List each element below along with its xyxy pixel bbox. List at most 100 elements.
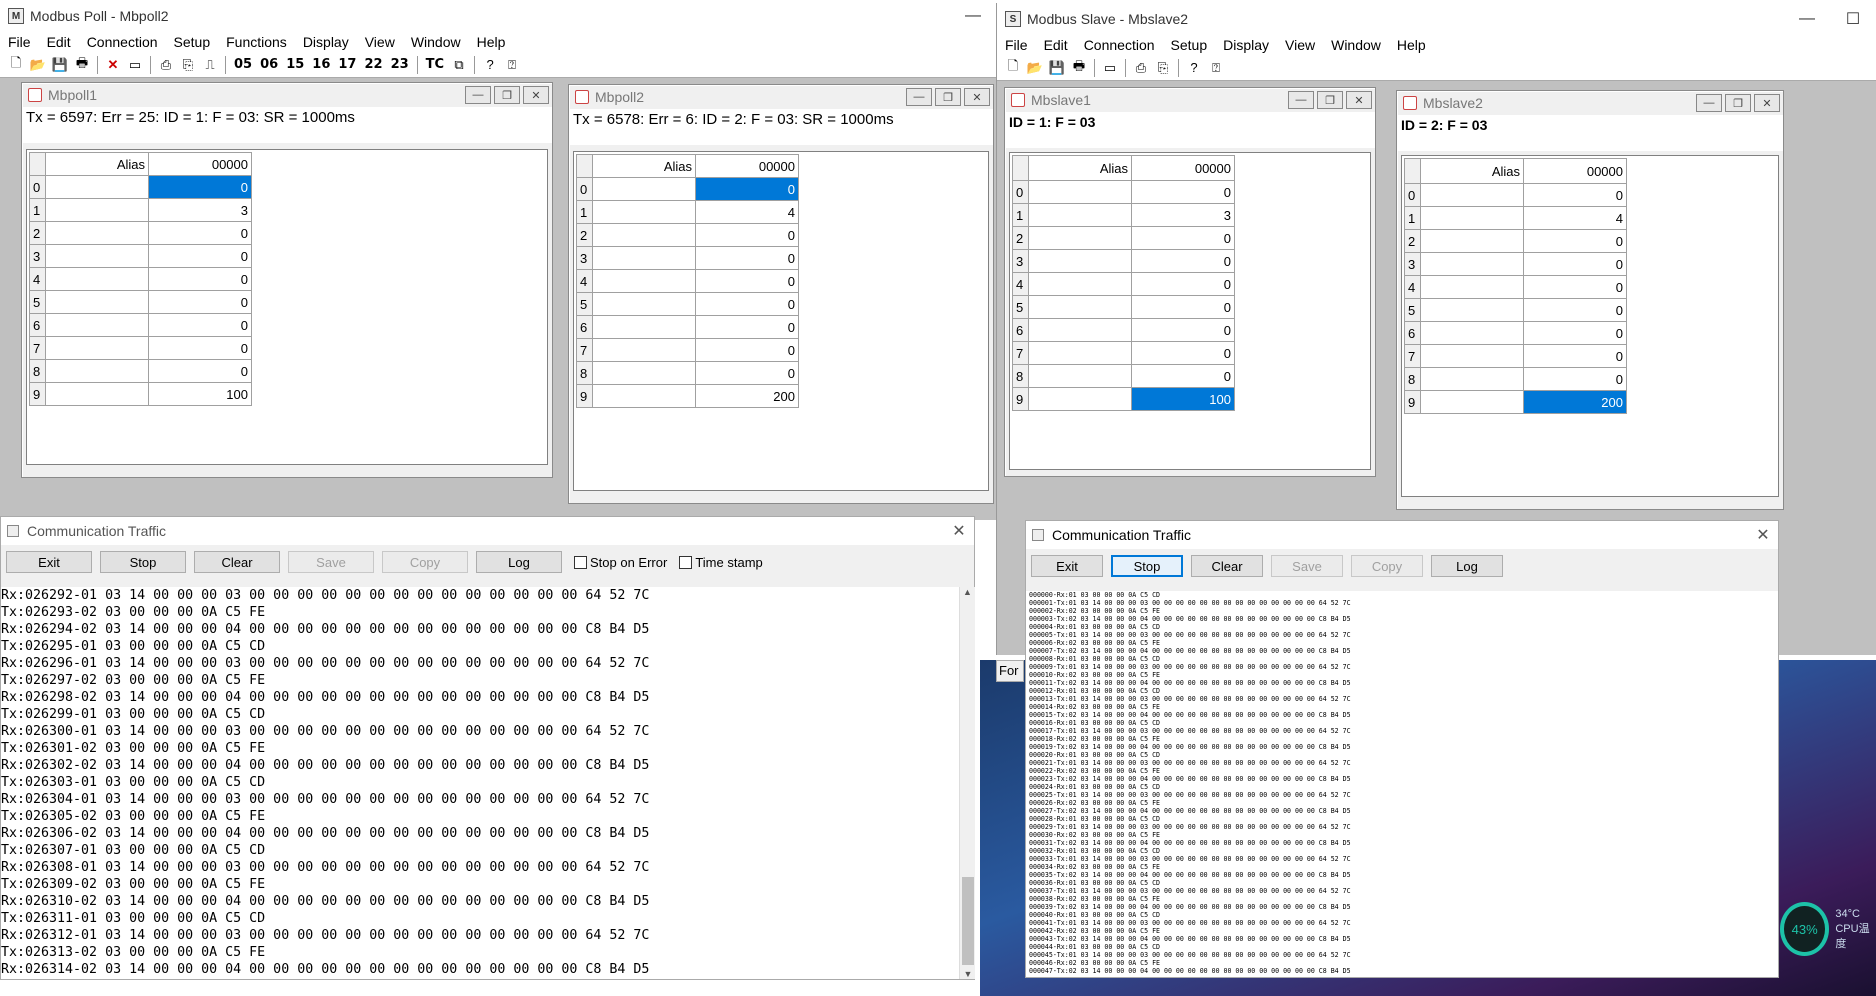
checkbox-icon[interactable]: [574, 555, 587, 569]
slave-traffic-log[interactable]: 000000-Rx:01 03 00 00 00 0A C5 CD 000001-…: [1026, 591, 1778, 977]
open-folder-icon[interactable]: 📂: [28, 55, 48, 75]
register-value[interactable]: 0: [148, 290, 252, 314]
window-icon[interactable]: ▭: [1100, 58, 1120, 78]
menu-file[interactable]: File: [997, 37, 1036, 53]
register-value[interactable]: 0: [1131, 226, 1235, 250]
register-value[interactable]: 3: [1131, 203, 1235, 227]
poll-traffic-log[interactable]: Rx:026292-01 03 14 00 00 00 03 00 00 00 …: [1, 587, 959, 979]
restore-button[interactable]: ❐: [1725, 94, 1751, 112]
register-value[interactable]: 0: [148, 221, 252, 245]
maximize-button[interactable]: ☐: [1830, 4, 1876, 34]
context-help-icon[interactable]: ⍰: [502, 55, 522, 75]
menu-edit[interactable]: Edit: [1036, 37, 1076, 53]
menu-window[interactable]: Window: [1323, 37, 1389, 53]
open-folder-icon[interactable]: 📂: [1025, 58, 1045, 78]
register-value[interactable]: 0: [695, 361, 799, 385]
register-value[interactable]: 0: [1131, 272, 1235, 296]
menu-functions[interactable]: Functions: [218, 34, 295, 50]
register-value[interactable]: 0: [1131, 364, 1235, 388]
register-value[interactable]: 0: [1523, 183, 1627, 207]
register-value[interactable]: 100: [148, 382, 252, 406]
register-value[interactable]: 0: [1523, 344, 1627, 368]
close-button[interactable]: ✕: [1754, 94, 1780, 112]
scroll-down-icon[interactable]: ▼: [960, 969, 976, 979]
register-value[interactable]: 4: [695, 200, 799, 224]
menu-display[interactable]: Display: [1215, 37, 1277, 53]
menu-edit[interactable]: Edit: [39, 34, 79, 50]
minimize-button[interactable]: —: [906, 88, 932, 106]
func-15-button[interactable]: 15: [283, 57, 307, 72]
register-value[interactable]: 0: [695, 292, 799, 316]
register-value[interactable]: 0: [1523, 275, 1627, 299]
save-icon[interactable]: 💾: [1047, 58, 1067, 78]
func-16-button[interactable]: 16: [309, 57, 333, 72]
func-23-button[interactable]: 23: [388, 57, 412, 72]
stop-button[interactable]: Stop: [1111, 555, 1183, 577]
connect-icon[interactable]: ⎙: [1131, 58, 1151, 78]
close-button[interactable]: ✕: [964, 88, 990, 106]
register-value[interactable]: 0: [148, 336, 252, 360]
exit-button[interactable]: Exit: [6, 551, 92, 573]
menu-help[interactable]: Help: [469, 34, 514, 50]
register-value[interactable]: 0: [1523, 321, 1627, 345]
minimize-button[interactable]: —: [1288, 91, 1314, 109]
help-icon[interactable]: ?: [1184, 58, 1204, 78]
register-value[interactable]: 0: [148, 313, 252, 337]
register-value[interactable]: 0: [148, 175, 252, 199]
register-value[interactable]: 0: [1131, 318, 1235, 342]
time-stamp-checkbox[interactable]: Time stamp: [679, 555, 763, 570]
scroll-up-icon[interactable]: ▲: [960, 587, 975, 597]
func-05-button[interactable]: 05: [231, 57, 255, 72]
log-button[interactable]: Log: [476, 551, 562, 573]
restore-button[interactable]: ❐: [494, 86, 520, 104]
stop-button[interactable]: Stop: [100, 551, 186, 573]
register-value[interactable]: 100: [1131, 387, 1235, 411]
register-value[interactable]: 0: [148, 267, 252, 291]
menu-display[interactable]: Display: [295, 34, 357, 50]
printer-setup-icon[interactable]: ⎘: [1153, 58, 1173, 78]
register-value[interactable]: 0: [148, 244, 252, 268]
register-value[interactable]: 0: [1523, 229, 1627, 253]
disconnect-icon[interactable]: ✕: [103, 55, 123, 75]
register-value[interactable]: 0: [695, 177, 799, 201]
menu-view[interactable]: View: [1277, 37, 1323, 53]
menu-setup[interactable]: Setup: [1163, 37, 1216, 53]
print-icon[interactable]: 🖶: [1069, 58, 1089, 78]
register-value[interactable]: 0: [1131, 249, 1235, 273]
register-value[interactable]: 0: [1131, 341, 1235, 365]
print-icon[interactable]: 🖶: [72, 55, 92, 75]
menu-view[interactable]: View: [357, 34, 403, 50]
printer-setup-icon[interactable]: ⎘: [178, 55, 198, 75]
close-button[interactable]: ✕: [523, 86, 549, 104]
minimize-button[interactable]: —: [1696, 94, 1722, 112]
register-value[interactable]: 0: [1523, 252, 1627, 276]
menu-setup[interactable]: Setup: [166, 34, 219, 50]
clear-button[interactable]: Clear: [1191, 555, 1263, 577]
register-value[interactable]: 0: [1131, 295, 1235, 319]
func-22-button[interactable]: 22: [361, 57, 385, 72]
register-value[interactable]: 0: [695, 223, 799, 247]
register-value[interactable]: 0: [1523, 298, 1627, 322]
log-button[interactable]: Log: [1431, 555, 1503, 577]
register-value[interactable]: 3: [148, 198, 252, 222]
copy-button[interactable]: Copy: [1351, 555, 1423, 577]
close-icon[interactable]: ✕: [944, 521, 974, 541]
new-file-icon[interactable]: 🗋: [1003, 58, 1023, 78]
menu-window[interactable]: Window: [403, 34, 469, 50]
minimize-button[interactable]: —: [465, 86, 491, 104]
checkbox-icon[interactable]: [679, 555, 693, 569]
exit-button[interactable]: Exit: [1031, 555, 1103, 577]
connect-icon[interactable]: ⎙: [156, 55, 176, 75]
scroll-thumb[interactable]: [962, 877, 974, 965]
new-file-icon[interactable]: 🗋: [6, 55, 26, 75]
tc-button[interactable]: TC: [423, 57, 447, 72]
close-icon[interactable]: ✕: [1748, 525, 1778, 545]
register-value[interactable]: 0: [695, 246, 799, 270]
register-value[interactable]: 0: [695, 338, 799, 362]
copy-button[interactable]: Copy: [382, 551, 468, 573]
menu-file[interactable]: File: [0, 34, 39, 50]
register-value[interactable]: 4: [1523, 206, 1627, 230]
context-help-icon[interactable]: ⍰: [1206, 58, 1226, 78]
register-value[interactable]: 0: [1523, 367, 1627, 391]
poll-log-scrollbar[interactable]: ▲ ▼: [959, 587, 975, 979]
